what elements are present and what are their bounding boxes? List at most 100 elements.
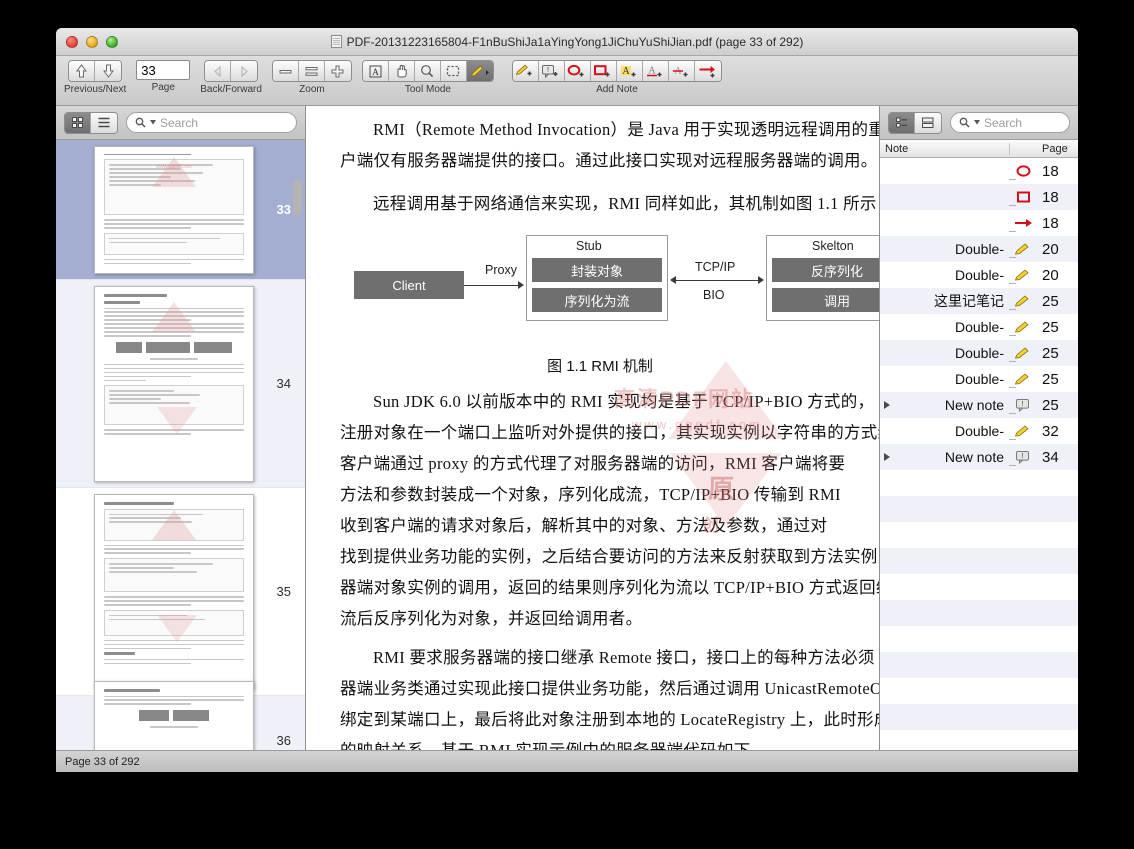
note-outline-view-icon[interactable]: [889, 113, 915, 133]
notes-column-header[interactable]: Note Page: [880, 140, 1078, 158]
note-row[interactable]: 这里记笔记 25: [880, 288, 1078, 314]
add-text-highlight-icon[interactable]: A: [617, 61, 643, 81]
note-row[interactable]: Double- 32: [880, 418, 1078, 444]
thumbnail-item[interactable]: 35: [56, 488, 305, 696]
hand-tool-icon[interactable]: [389, 61, 415, 81]
search-icon: [135, 117, 146, 128]
circle-annotation-icon: [1008, 164, 1038, 178]
previous-page-button[interactable]: [69, 61, 95, 81]
note-label: Double-: [880, 371, 1008, 387]
note-tool-icon[interactable]: [467, 61, 493, 81]
note-row-empty: [880, 626, 1078, 652]
add-line-icon[interactable]: [695, 61, 721, 81]
note-row[interactable]: Double- 25: [880, 314, 1078, 340]
highlight-annotation-icon: [1008, 347, 1038, 360]
anchored-note-icon: !: [1008, 450, 1038, 464]
zoom-button[interactable]: [106, 36, 118, 48]
toolbar-group-zoom: Zoom: [272, 60, 352, 95]
zoom-segment[interactable]: [272, 60, 352, 82]
thumbnail-sidebar: Search www.ggpdf.com: [56, 106, 306, 750]
add-box-icon[interactable]: [591, 61, 617, 81]
magnify-tool-icon[interactable]: [415, 61, 441, 81]
note-label: Double-: [880, 267, 1008, 283]
page-number-input[interactable]: [136, 60, 190, 80]
window-controls[interactable]: [66, 36, 118, 48]
add-anchored-note-icon[interactable]: !: [539, 61, 565, 81]
tool-mode-segment[interactable]: A: [362, 60, 494, 82]
note-list-view-icon[interactable]: [915, 113, 941, 133]
note-row-empty: [880, 678, 1078, 704]
thumbnail-item[interactable]: 34: [56, 280, 305, 488]
chevron-down-icon: [150, 120, 156, 125]
note-label: 这里记笔记: [880, 291, 1008, 311]
notes-view-segment[interactable]: [888, 112, 942, 134]
add-circle-icon[interactable]: [565, 61, 591, 81]
note-row[interactable]: 18: [880, 210, 1078, 236]
thumbnail-item[interactable]: www.ggpdf.com: [56, 140, 305, 280]
notes-column-note[interactable]: Note: [880, 143, 1010, 155]
document-view[interactable]: RMI（Remote Method Invocation）是 Java 用于实现…: [306, 106, 880, 750]
note-row[interactable]: Double- 25: [880, 340, 1078, 366]
highlight-annotation-icon: [1008, 425, 1038, 438]
doc-paragraph: 收到客户端的请求对象后，解析其中的对象、方法及参数，通过对: [340, 510, 879, 541]
pdf-reader-window: PDF-20131223165804-F1nBuShiJa1aYingYong1…: [56, 28, 1078, 772]
notes-column-page[interactable]: Page: [1036, 143, 1078, 155]
add-underline-icon[interactable]: A: [643, 61, 669, 81]
note-disclosure-triangle[interactable]: [884, 401, 890, 409]
status-page-indicator: Page 33 of 292: [65, 756, 140, 768]
window-body: Search www.ggpdf.com: [56, 106, 1078, 750]
note-row[interactable]: Double- 20: [880, 236, 1078, 262]
highlight-annotation-icon: [1008, 373, 1038, 386]
close-button[interactable]: [66, 36, 78, 48]
next-page-button[interactable]: [95, 61, 121, 81]
thumbnail-search-field[interactable]: Search: [126, 112, 297, 133]
note-page: 34: [1038, 449, 1078, 466]
highlight-annotation-icon: [1008, 243, 1038, 256]
thumbnail-scrollbar[interactable]: [293, 140, 302, 750]
sidebar-view-segment[interactable]: [64, 112, 118, 134]
main-toolbar: Previous/Next Page Back/Forward: [56, 56, 1078, 106]
minimize-button[interactable]: [86, 36, 98, 48]
forward-button[interactable]: [231, 61, 257, 81]
back-button[interactable]: [205, 61, 231, 81]
anchored-note-icon: !: [1008, 398, 1038, 412]
arrow-annotation-icon: [1008, 217, 1038, 229]
diagram-link-label: BIO: [703, 288, 725, 302]
add-highlight-icon[interactable]: [513, 61, 539, 81]
diagram-skelton-title: Skelton: [812, 239, 854, 253]
thumbnail-scrollbar-knob[interactable]: [293, 180, 302, 216]
note-row[interactable]: New note ! 25: [880, 392, 1078, 418]
toolbar-caption-zoom: Zoom: [299, 84, 325, 95]
add-strikeout-icon[interactable]: A: [669, 61, 695, 81]
zoom-in-button[interactable]: [325, 61, 351, 81]
note-row-empty: [880, 470, 1078, 496]
text-tool-icon[interactable]: A: [363, 61, 389, 81]
note-row[interactable]: 18: [880, 158, 1078, 184]
note-label: Double-: [880, 345, 1008, 361]
note-row[interactable]: Double- 25: [880, 366, 1078, 392]
thumbnail-list[interactable]: www.ggpdf.com: [56, 140, 305, 750]
note-disclosure-triangle[interactable]: [884, 453, 890, 461]
note-page: 20: [1038, 241, 1078, 258]
note-label: Double-: [880, 319, 1008, 335]
zoom-actual-size-button[interactable]: [299, 61, 325, 81]
add-note-segment[interactable]: !: [512, 60, 722, 82]
doc-paragraph: RMI 要求服务器端的接口继承 Remote 接口，接口上的每种方法必须: [340, 642, 879, 673]
thumbnail-view-icon[interactable]: [65, 113, 91, 133]
zoom-out-button[interactable]: [273, 61, 299, 81]
note-row-empty: [880, 496, 1078, 522]
note-row[interactable]: New note ! 34: [880, 444, 1078, 470]
previous-next-segment[interactable]: [68, 60, 122, 82]
chevron-down-icon: [974, 120, 980, 125]
notes-search-field[interactable]: Search: [950, 112, 1070, 133]
select-tool-icon[interactable]: [441, 61, 467, 81]
outline-view-icon[interactable]: [91, 113, 117, 133]
back-forward-segment[interactable]: [204, 60, 258, 82]
thumbnail-page-image: www.ggpdf.com: [94, 146, 254, 274]
thumbnail-page-number: 33: [277, 202, 291, 217]
thumbnail-item[interactable]: 36: [56, 696, 305, 750]
note-row[interactable]: 18: [880, 184, 1078, 210]
notes-list[interactable]: 18 18 18: [880, 158, 1078, 750]
doc-paragraph: RMI（Remote Method Invocation）是 Java 用于实现…: [340, 114, 879, 145]
note-row[interactable]: Double- 20: [880, 262, 1078, 288]
